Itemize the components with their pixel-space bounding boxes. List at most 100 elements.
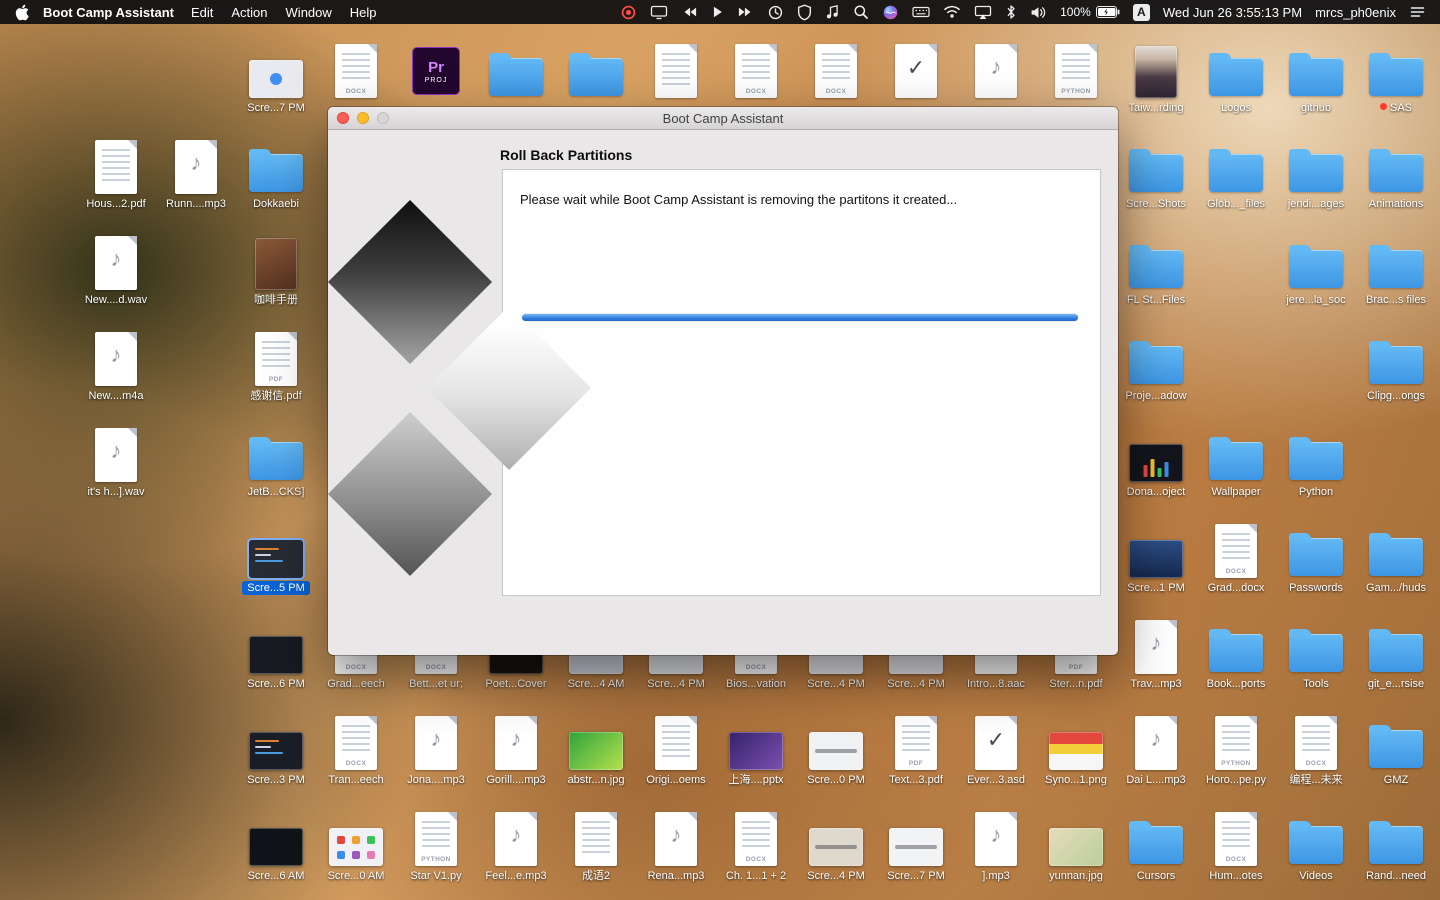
fast-forward-icon[interactable] — [737, 5, 754, 19]
desktop-icon[interactable]: Scre...1 PM — [1116, 520, 1196, 595]
desktop-icon[interactable]: ♪ Trav...mp3 — [1116, 616, 1196, 691]
desktop-icon[interactable]: Dokkaebi — [236, 136, 316, 211]
desktop-icon[interactable]: Glob..._files — [1196, 136, 1276, 211]
desktop-icon[interactable]: Scre...6 AM — [236, 808, 316, 883]
desktop-icon[interactable]: DOCX Tran...eech — [316, 712, 396, 787]
desktop-icon[interactable]: Dona...oject — [1116, 424, 1196, 499]
desktop-icon[interactable]: Scre...0 PM — [796, 712, 876, 787]
desktop-icon[interactable]: yunnan.jpg — [1036, 808, 1116, 883]
desktop-icon[interactable]: Scre...3 PM — [236, 712, 316, 787]
desktop-icon[interactable] — [636, 40, 716, 98]
desktop-icon[interactable]: DOCX Hum...otes — [1196, 808, 1276, 883]
keyboard-icon[interactable] — [912, 5, 930, 19]
desktop-icon[interactable]: ♪ New....d.wav — [76, 232, 156, 307]
desktop-icon[interactable]: ♪ — [956, 40, 1036, 98]
desktop-icon[interactable]: DOCX — [716, 40, 796, 98]
desktop-icon[interactable]: Python — [1276, 424, 1356, 499]
desktop-icon[interactable]: Wallpaper — [1196, 424, 1276, 499]
desktop-icon[interactable]: ♪ Jona....mp3 — [396, 712, 476, 787]
desktop-icon[interactable]: ✓ Ever...3.asd — [956, 712, 1036, 787]
desktop-icon[interactable]: ♪ Runn....mp3 — [156, 136, 236, 211]
desktop-icon[interactable]: ♪ Dai L....mp3 — [1116, 712, 1196, 787]
desktop-icon[interactable]: 成语2 — [556, 808, 636, 883]
desktop-icon[interactable]: DOCX 编程...未来 — [1276, 712, 1356, 787]
desktop-icon[interactable]: DOCX — [796, 40, 876, 98]
desktop-icon[interactable] — [476, 40, 556, 98]
spotlight-icon[interactable] — [853, 4, 869, 20]
input-source-menu[interactable]: A — [1132, 3, 1150, 21]
desktop-icon[interactable]: DOCX — [316, 40, 396, 98]
desktop-icon[interactable]: Animations — [1356, 136, 1436, 211]
desktop-icon[interactable]: Origi...oems — [636, 712, 716, 787]
desktop-icon[interactable]: git_e...rsise — [1356, 616, 1436, 691]
minimize-button[interactable] — [357, 112, 369, 124]
menu-edit[interactable]: Edit — [191, 5, 213, 20]
desktop-icon[interactable]: PDF Text...3.pdf — [876, 712, 956, 787]
menu-help[interactable]: Help — [350, 5, 377, 20]
desktop-icon[interactable]: Scre...7 PM — [876, 808, 956, 883]
screen-recording-icon[interactable] — [620, 4, 637, 21]
volume-icon[interactable] — [1030, 5, 1047, 20]
desktop-icon[interactable]: DOCX Grad...docx — [1196, 520, 1276, 595]
desktop-icon[interactable]: ♪ Rena...mp3 — [636, 808, 716, 883]
desktop-icon[interactable]: Rand...need — [1356, 808, 1436, 883]
desktop-icon[interactable]: Scre...Shots — [1116, 136, 1196, 211]
desktop-icon[interactable]: 上海....pptx — [716, 712, 796, 787]
display-icon[interactable] — [650, 4, 668, 20]
desktop-icon[interactable]: 咖啡手册 — [236, 232, 316, 307]
wifi-icon[interactable] — [943, 5, 961, 19]
bluetooth-icon[interactable] — [1005, 4, 1017, 20]
desktop-icon[interactable]: jendi...ages — [1276, 136, 1356, 211]
desktop-icon[interactable]: Scre...4 PM — [796, 808, 876, 883]
desktop-icon[interactable]: PYTHON Horo...pe.py — [1196, 712, 1276, 787]
play-icon[interactable] — [711, 5, 724, 19]
desktop-icon[interactable]: Taiw...rding — [1116, 40, 1196, 115]
desktop-icon[interactable]: ♪ it's h...].wav — [76, 424, 156, 499]
desktop-icon[interactable]: abstr...n.jpg — [556, 712, 636, 787]
desktop-icon[interactable]: JetB...CKS] — [236, 424, 316, 499]
desktop-icon[interactable]: Brac...s files — [1356, 232, 1436, 307]
desktop-icon[interactable]: ♪ New....m4a — [76, 328, 156, 403]
desktop-icon[interactable]: Proje...adow — [1116, 328, 1196, 403]
security-icon[interactable] — [797, 4, 812, 21]
desktop-icon[interactable]: Cursors — [1116, 808, 1196, 883]
desktop-icon[interactable]: Passwords — [1276, 520, 1356, 595]
desktop-icon[interactable]: PYTHON — [1036, 40, 1116, 98]
desktop-icon[interactable]: Pr PROJ — [396, 40, 476, 98]
app-menu-title[interactable]: Boot Camp Assistant — [43, 5, 174, 20]
menu-action[interactable]: Action — [231, 5, 267, 20]
desktop-icon[interactable]: PDF 感谢信.pdf — [236, 328, 316, 403]
window-titlebar[interactable]: Boot Camp Assistant — [328, 107, 1118, 130]
desktop-icon[interactable]: Scre...7 PM — [236, 40, 316, 115]
apple-menu-icon[interactable] — [14, 4, 29, 21]
time-machine-icon[interactable] — [767, 4, 784, 21]
rewind-icon[interactable] — [681, 5, 698, 19]
desktop-icon[interactable]: Gam.../huds — [1356, 520, 1436, 595]
menu-bar-clock[interactable]: Wed Jun 26 3:55:13 PM — [1163, 5, 1302, 20]
desktop-icon[interactable]: SAS — [1356, 40, 1436, 115]
desktop-icon[interactable]: Videos — [1276, 808, 1356, 883]
siri-icon[interactable] — [882, 4, 899, 21]
music-icon[interactable] — [825, 4, 840, 20]
list-icon[interactable] — [1409, 5, 1426, 19]
desktop-icon[interactable]: Book...ports — [1196, 616, 1276, 691]
battery-indicator[interactable]: 100% — [1060, 5, 1120, 19]
desktop-icon[interactable]: ♪ Feel...e.mp3 — [476, 808, 556, 883]
desktop-icon[interactable] — [556, 40, 636, 98]
airplay-icon[interactable] — [974, 5, 992, 20]
menu-bar-username[interactable]: mrcs_ph0enix — [1315, 5, 1396, 20]
desktop-icon[interactable]: Scre...0 AM — [316, 808, 396, 883]
desktop-icon[interactable]: ✓ — [876, 40, 956, 98]
desktop-icon[interactable]: GMZ — [1356, 712, 1436, 787]
desktop-icon[interactable]: Hous...2.pdf — [76, 136, 156, 211]
desktop-icon[interactable]: github — [1276, 40, 1356, 115]
desktop-icon[interactable]: PYTHON Star V1.py — [396, 808, 476, 883]
desktop-icon[interactable]: DOCX Ch. 1...1 + 2 — [716, 808, 796, 883]
desktop-icon[interactable]: ♪ Gorill....mp3 — [476, 712, 556, 787]
desktop-icon[interactable]: FL St...Files — [1116, 232, 1196, 307]
desktop-icon[interactable]: Logos — [1196, 40, 1276, 115]
menu-window[interactable]: Window — [286, 5, 332, 20]
desktop-icon[interactable]: Syno...1.png — [1036, 712, 1116, 787]
desktop-icon[interactable]: Tools — [1276, 616, 1356, 691]
desktop-icon[interactable]: jere...la_soc — [1276, 232, 1356, 307]
